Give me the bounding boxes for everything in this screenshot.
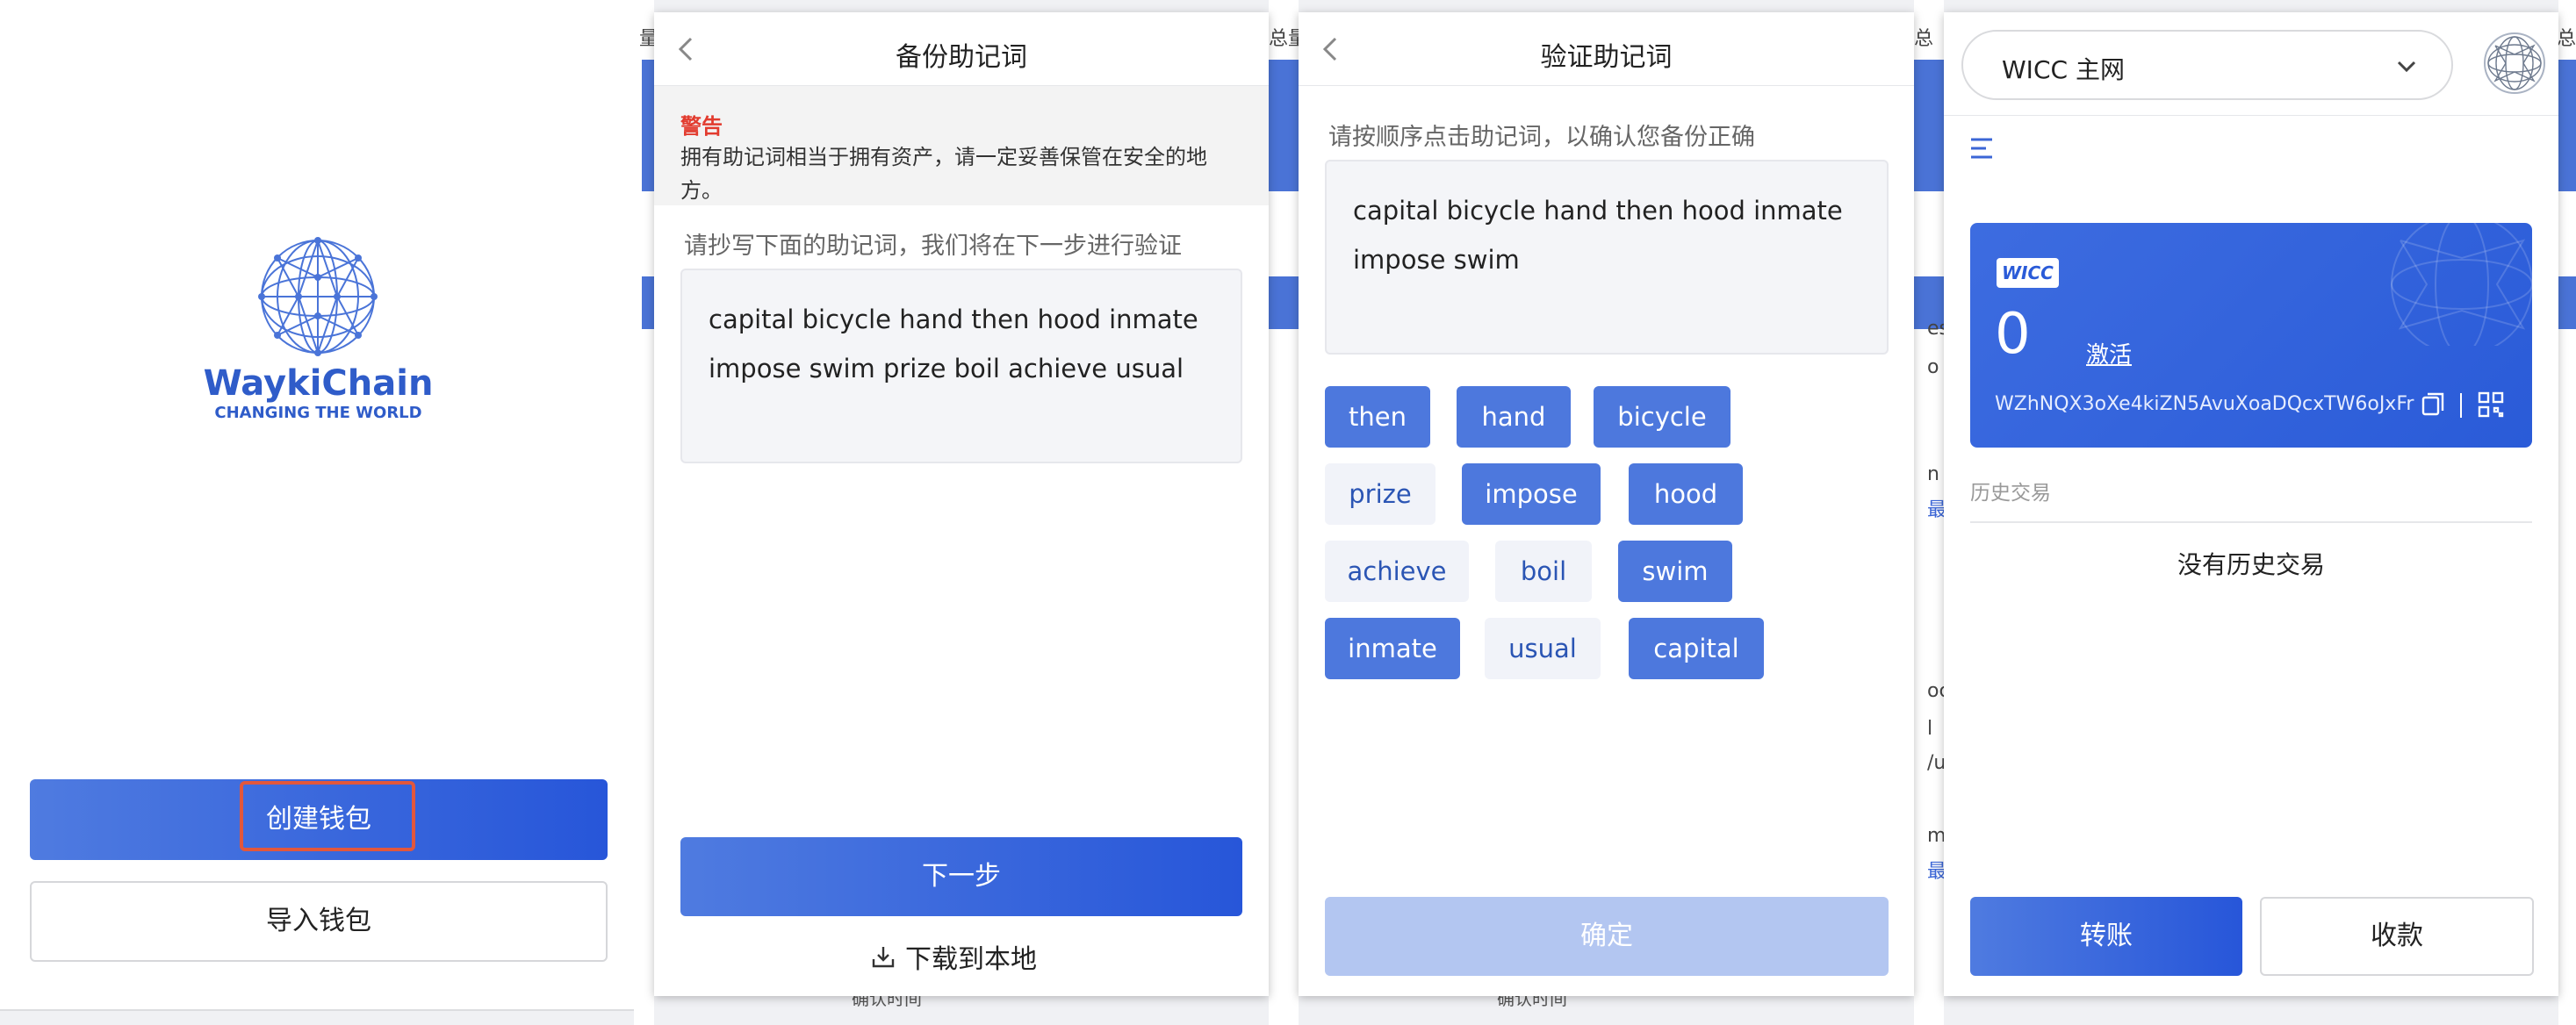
download-label: 下载到本地 <box>905 944 1037 975</box>
top-bar: WICC 主网 <box>1944 12 2558 116</box>
brand-name: WaykiChain <box>203 363 434 404</box>
background-banner <box>642 276 654 329</box>
wallet-address: WZhNQX3oXe4kiZN5AvuXoaDQcxTW6oJxFr <box>1995 393 2414 415</box>
word-chip[interactable]: boil <box>1495 541 1592 602</box>
copy-icon[interactable] <box>2418 390 2448 419</box>
balance-value: 0 <box>1995 302 2031 367</box>
import-wallet-button[interactable]: 导入钱包 <box>30 881 608 962</box>
stage: 量 总量 总 总 es o n 最 oc l /u m 最 确认时间 确认时间 <box>0 0 2576 1025</box>
header: 验证助记词 <box>1299 12 1914 86</box>
account-avatar-icon[interactable] <box>2483 32 2546 95</box>
mnemonic-box: capital bicycle hand then hood inmate im… <box>680 269 1242 463</box>
background-text: l <box>1927 718 1933 740</box>
header: 备份助记词 <box>654 12 1269 86</box>
word-chip[interactable]: bicycle <box>1594 386 1731 448</box>
waykichain-logo-icon <box>258 237 378 356</box>
page-title: 验证助记词 <box>1540 42 1673 73</box>
welcome-screen: WaykiChain CHANGING THE WORLD 创建钱包 导入钱包 <box>0 0 634 1011</box>
network-selector[interactable]: WICC 主网 <box>1961 30 2453 100</box>
backup-mnemonic-screen: 备份助记词 警告 拥有助记词相当于拥有资产，请一定妥善保管在安全的地方。 请抄写… <box>654 12 1269 996</box>
background-banner <box>2558 60 2576 191</box>
word-chip[interactable]: hand <box>1457 386 1571 448</box>
verify-mnemonic-screen: 验证助记词 请按顺序点击助记词，以确认您备份正确 capital bicycle… <box>1299 12 1914 996</box>
download-icon <box>872 947 895 968</box>
warning-text: 拥有助记词相当于拥有资产，请一定妥善保管在安全的地方。 <box>680 145 1207 203</box>
selected-words-box: capital bicycle hand then hood inmate im… <box>1325 160 1889 355</box>
background-banner <box>1914 60 1944 191</box>
wallet-home-screen: WICC 主网 WICC 0 激活 WZhNQX3oXe4kiZN5AvuXoa… <box>1944 12 2558 996</box>
background-text: o <box>1927 356 1939 378</box>
page-title: 备份助记词 <box>896 42 1027 73</box>
background-text: 总 <box>1914 28 1934 50</box>
token-badge: WICC <box>1997 258 2059 288</box>
word-chip[interactable]: hood <box>1629 463 1743 525</box>
receive-button[interactable]: 收款 <box>2260 897 2534 976</box>
word-chip[interactable]: inmate <box>1325 618 1460 679</box>
divider <box>1970 521 2532 523</box>
word-chip[interactable]: capital <box>1629 618 1764 679</box>
background-text: n <box>1927 463 1939 485</box>
word-chip[interactable]: then <box>1325 386 1430 448</box>
history-label: 历史交易 <box>1970 482 2051 505</box>
background-banner <box>1269 276 1299 329</box>
highlight-box <box>240 781 415 851</box>
wallet-card: WICC 0 激活 WZhNQX3oXe4kiZN5AvuXoaDQcxTW6o… <box>1970 223 2532 448</box>
warning-title: 警告 <box>680 114 723 139</box>
next-step-button[interactable]: 下一步 <box>680 837 1242 916</box>
word-chip[interactable]: usual <box>1485 618 1601 679</box>
word-chip[interactable]: impose <box>1462 463 1601 525</box>
background-banner <box>642 60 654 191</box>
word-chip[interactable]: prize <box>1325 463 1436 525</box>
background-banner <box>1269 60 1299 191</box>
warning-panel: 警告 拥有助记词相当于拥有资产，请一定妥善保管在安全的地方。 <box>654 86 1269 205</box>
menu-icon[interactable] <box>1968 135 1995 161</box>
chevron-down-icon <box>2397 61 2416 73</box>
network-label: WICC 主网 <box>2002 55 2125 84</box>
qrcode-icon[interactable] <box>2476 390 2506 419</box>
background-text: 总 <box>2557 28 2576 50</box>
brand-tagline: CHANGING THE WORLD <box>214 404 422 422</box>
divider <box>2460 393 2462 418</box>
no-history-text: 没有历史交易 <box>2177 550 2325 579</box>
instruction-text: 请按顺序点击助记词，以确认您备份正确 <box>1328 124 1755 151</box>
background-banner <box>2558 276 2576 329</box>
word-chip[interactable]: swim <box>1618 541 1732 602</box>
transfer-button[interactable]: 转账 <box>1970 897 2242 976</box>
word-chip[interactable]: achieve <box>1325 541 1469 602</box>
activate-link[interactable]: 激活 <box>2086 337 2132 369</box>
download-link[interactable]: 下载到本地 <box>870 939 1037 975</box>
confirm-button[interactable]: 确定 <box>1325 897 1889 976</box>
card-network-pattern-icon <box>2391 223 2532 346</box>
instruction-text: 请抄写下面的助记词，我们将在下一步进行验证 <box>684 233 1182 260</box>
